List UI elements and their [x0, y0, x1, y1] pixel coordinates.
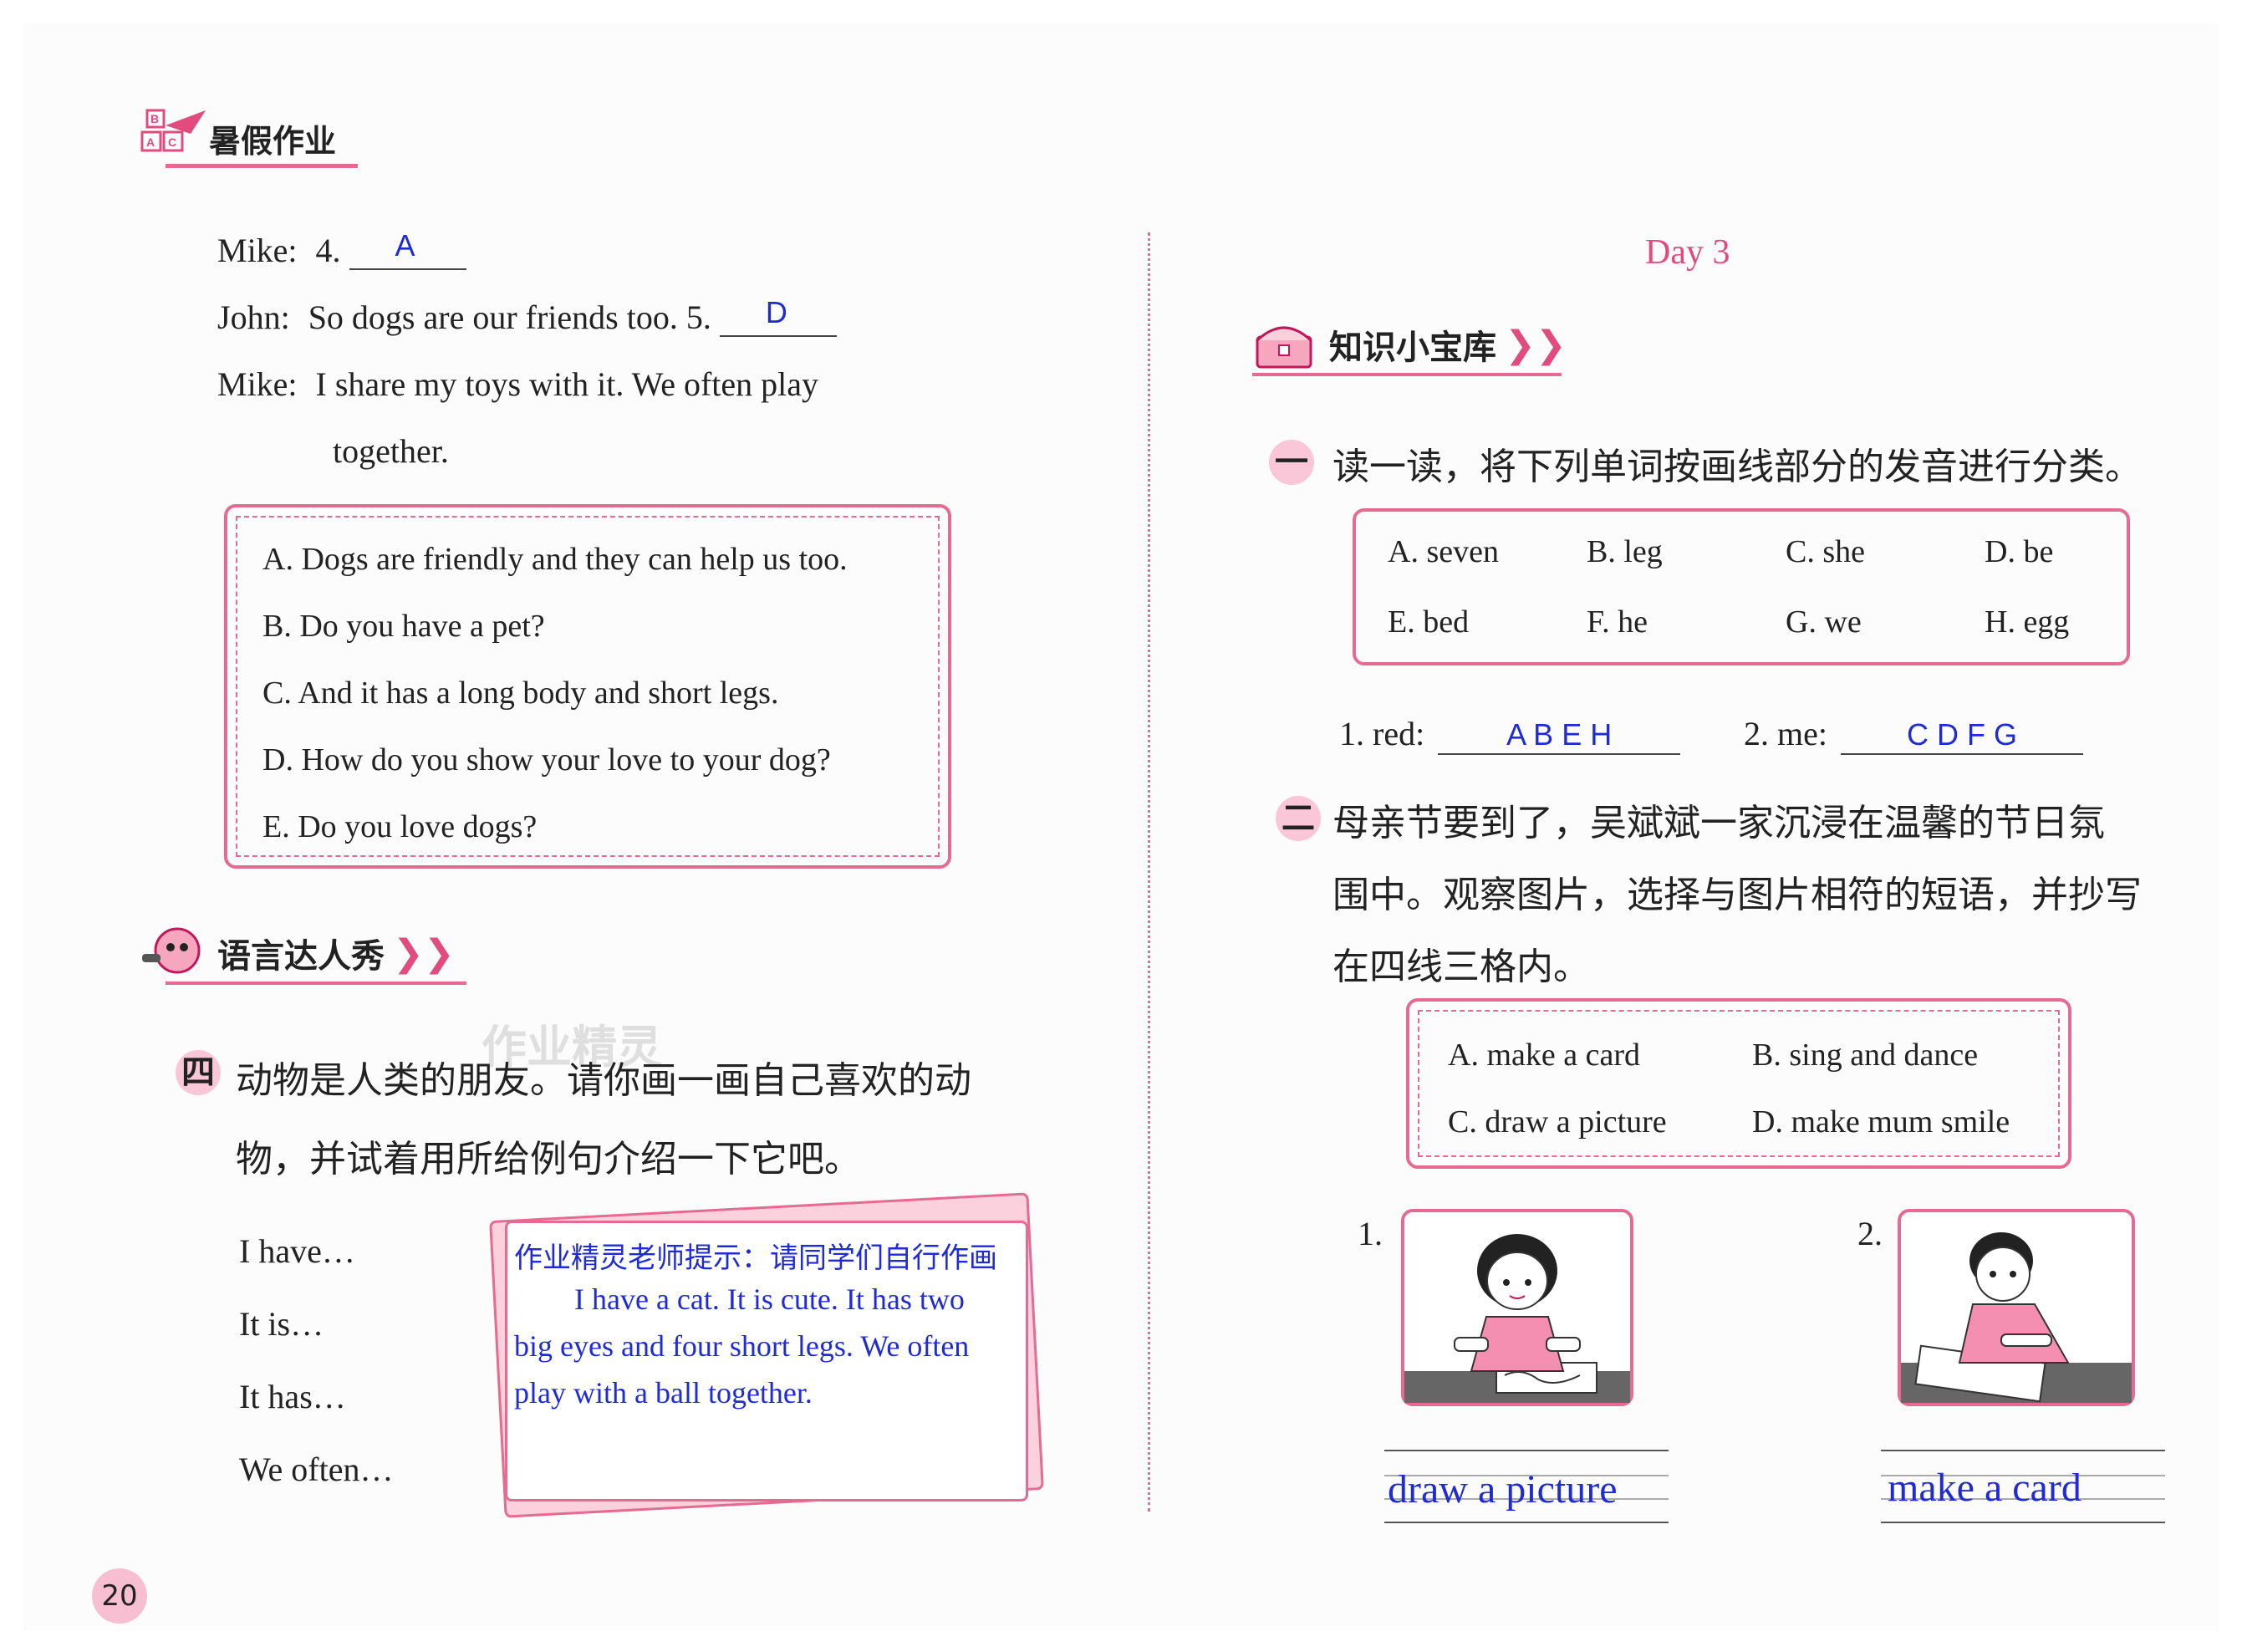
answer-4: A: [395, 228, 415, 263]
prompt-4: We often…: [239, 1451, 394, 1488]
q2-text-2: 围中。观察图片，选择与图片相符的短语，并抄写: [1332, 874, 2142, 916]
speaker: John:: [217, 298, 290, 336]
dialogue-text: So dogs are our friends too. 5.: [308, 298, 711, 336]
option-d: D. How do you show your love to your dog…: [262, 742, 831, 778]
four-line-grid-1: draw a picture: [1384, 1450, 1669, 1523]
picture-1-number: 1.: [1358, 1215, 1383, 1252]
classify-answer-2: C D F G: [1906, 717, 2017, 752]
classify-item-1: 1. red: A B E H: [1339, 714, 1681, 755]
word-b: B. leg: [1587, 534, 1663, 569]
svg-text:A: A: [146, 135, 155, 149]
dialogue-text: 4.: [315, 232, 341, 269]
chevron-right-icon: ❯❯: [393, 931, 455, 975]
section-banner-knowledge: 知识小宝库 ❯❯: [1252, 318, 1637, 371]
phrase-a: A. make a card: [1448, 1038, 1640, 1073]
prompt-2: It is…: [239, 1305, 324, 1343]
page-number: 20: [92, 1568, 147, 1624]
section-title-knowledge: 知识小宝库: [1329, 329, 1496, 367]
q4-text-2: 物，并试着用所给例句介绍一下它吧。: [236, 1138, 861, 1180]
phrase-c: C. draw a picture: [1448, 1104, 1667, 1140]
classify-blank-2[interactable]: C D F G: [1840, 714, 2083, 755]
section-banner-language: 语言达人秀 ❯❯: [140, 926, 508, 980]
classify-blank-1[interactable]: A B E H: [1438, 714, 1681, 755]
q2-text-3: 在四线三格内。: [1332, 946, 1590, 988]
header-underline: [166, 164, 358, 168]
chevron-right-icon: ❯❯: [1505, 323, 1567, 366]
picture-2-number: 2.: [1857, 1215, 1883, 1252]
picture-1: [1401, 1209, 1633, 1406]
note-line-3: play with a ball together.: [514, 1376, 813, 1410]
phrase-d: D. make mum smile: [1752, 1104, 2010, 1140]
note-card[interactable]: 作业精灵老师提示：请同学们自行作画 I have a cat. It is cu…: [505, 1221, 1028, 1502]
speaker: Mike:: [217, 232, 298, 269]
answer-blank-5[interactable]: D: [719, 295, 837, 337]
dialogue-line-3: Mike: I share my toys with it. We often …: [217, 365, 818, 404]
classify-label-2: 2. me:: [1744, 715, 1827, 752]
boy-making-card-icon: [1901, 1232, 2132, 1403]
word-d: D. be: [1985, 534, 2054, 569]
workbook-page: B A C 暑假作业 Mike: 4. A John: So dogs are …: [23, 23, 2219, 1630]
svg-text:C: C: [168, 135, 176, 149]
picture-2: [1898, 1209, 2135, 1406]
dialogue-continuation: together.: [333, 432, 449, 470]
mascot-icon: [142, 927, 201, 974]
word-a: A. seven: [1388, 534, 1499, 569]
word-h: H. egg: [1985, 604, 2070, 640]
note-hint: 作业精灵老师提示：请同学们自行作画: [514, 1243, 997, 1274]
speaker: Mike:: [217, 365, 298, 403]
word-e: E. bed: [1388, 604, 1470, 640]
girl-drawing-picture-icon: [1404, 1234, 1630, 1403]
header-title: 暑假作业: [209, 123, 337, 160]
word-c: C. she: [1786, 534, 1865, 569]
section-title-language: 语言达人秀: [217, 937, 385, 976]
dialogue-line-2: John: So dogs are our friends too. 5. D: [217, 295, 837, 337]
option-b: B. Do you have a pet?: [262, 609, 545, 644]
option-e: E. Do you love dogs?: [262, 809, 538, 844]
header: B A C 暑假作业: [140, 100, 375, 176]
word-g: G. we: [1786, 604, 1862, 640]
answer-5: D: [765, 295, 787, 329]
q4-text-1: 动物是人类的朋友。请你画一画自己喜欢的动: [236, 1059, 971, 1102]
question-number-1: 一: [1269, 440, 1314, 485]
four-line-grid-2: make a card: [1881, 1450, 2165, 1523]
classify-item-2: 2. me: C D F G: [1744, 714, 2083, 755]
dialogue-line-1: Mike: 4. A: [217, 228, 466, 270]
svg-text:B: B: [150, 112, 159, 125]
note-line-2: big eyes and four short legs. We often: [514, 1329, 970, 1363]
abc-logo-icon: B A C: [140, 109, 206, 152]
treasure-chest-icon: [1256, 326, 1312, 369]
q2-text-1: 母亲节要到了，吴斌斌一家沉浸在温馨的节日氛: [1332, 802, 2105, 844]
day-title: Day 3: [1645, 233, 1730, 272]
classify-label-1: 1. red:: [1339, 715, 1425, 752]
prompt-1: I have…: [239, 1232, 355, 1270]
center-divider: [1148, 232, 1150, 1512]
question-number-2: 二: [1276, 796, 1321, 841]
note-line-1: I have a cat. It is cute. It has two: [574, 1282, 965, 1316]
word-box: A. seven B. leg C. she D. be E. bed F. h…: [1353, 508, 2130, 665]
word-f: F. he: [1587, 604, 1648, 640]
phrase-b: B. sing and dance: [1752, 1038, 1979, 1073]
question-number-4: 四: [176, 1050, 221, 1095]
option-c: C. And it has a long body and short legs…: [262, 676, 779, 711]
phrase-box: A. make a card B. sing and dance C. draw…: [1406, 998, 2071, 1169]
options-box: A. Dogs are friendly and they can help u…: [224, 504, 951, 869]
picture-1-answer[interactable]: draw a picture: [1388, 1466, 1618, 1512]
prompt-3: It has…: [239, 1378, 346, 1415]
answer-blank-4[interactable]: A: [349, 228, 466, 270]
q1-text: 读一读，将下列单词按画线部分的发音进行分类。: [1332, 446, 2142, 488]
dialogue-text: I share my toys with it. We often play: [315, 365, 819, 403]
classify-answer-1: A B E H: [1506, 717, 1613, 752]
option-a: A. Dogs are friendly and they can help u…: [262, 542, 848, 577]
picture-2-answer[interactable]: make a card: [1888, 1465, 2081, 1511]
